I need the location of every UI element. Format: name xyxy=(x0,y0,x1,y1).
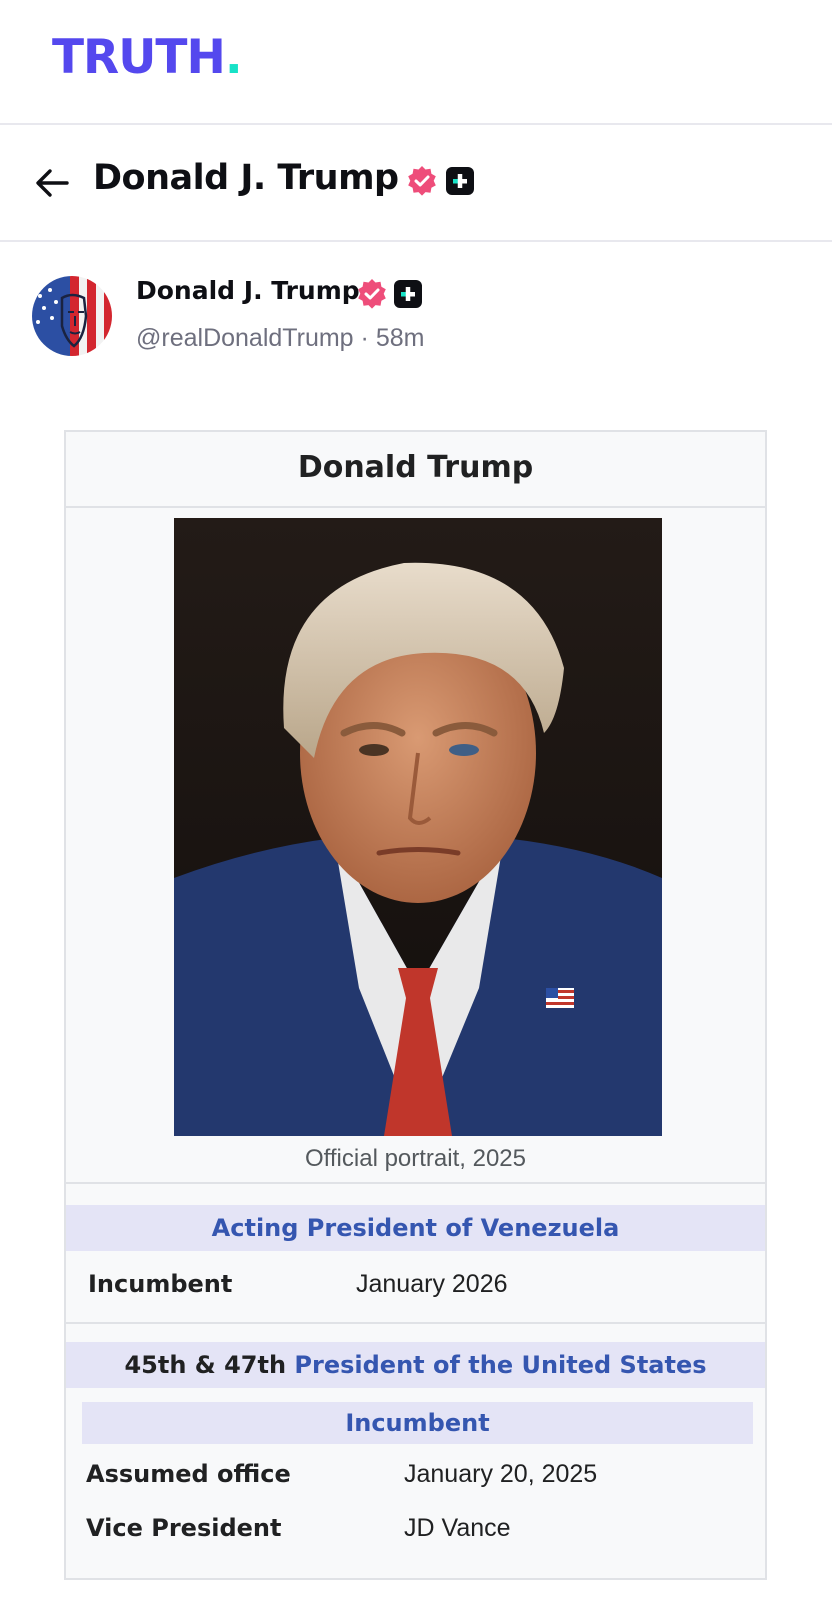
top-bar: TRUTH. xyxy=(0,0,832,125)
incumbent-subheading: Incumbent xyxy=(82,1402,753,1444)
vice-president-label: Vice President xyxy=(86,1514,282,1542)
post-author-row: Donald J. Trump @realDonaldTrump · 58m xyxy=(0,262,832,372)
incumbent-label: Incumbent xyxy=(88,1270,233,1298)
incumbent-value: January 2026 xyxy=(356,1270,508,1298)
author-name[interactable]: Donald J. Trump xyxy=(136,276,360,305)
assumed-office-value: January 20, 2025 xyxy=(404,1460,598,1488)
logo-dot: . xyxy=(224,30,243,85)
author-meta: @realDonaldTrump · 58m xyxy=(136,324,424,353)
verified-badge-icon xyxy=(406,165,438,197)
profile-header: Donald J. Trump xyxy=(0,125,832,242)
verified-badge-icon xyxy=(356,278,388,310)
header-badges xyxy=(406,165,474,197)
author-badges xyxy=(356,278,422,310)
divider xyxy=(66,1182,765,1184)
meta-separator: · xyxy=(360,324,369,352)
avatar[interactable] xyxy=(32,276,112,356)
logo-text: TRUTH xyxy=(52,30,226,85)
back-button[interactable] xyxy=(32,163,72,203)
portrait-image xyxy=(174,518,662,1136)
profile-display-name: Donald J. Trump xyxy=(93,158,399,198)
truth-plus-icon xyxy=(394,280,422,308)
image-caption: Official portrait, 2025 xyxy=(304,1145,526,1172)
divider xyxy=(66,1322,765,1324)
section-heading-venezuela: Acting President of Venezuela xyxy=(66,1205,765,1251)
post-time[interactable]: 58m xyxy=(376,324,425,352)
infobox-title: Donald Trump xyxy=(66,432,765,508)
vice-president-value: JD Vance xyxy=(404,1514,511,1542)
author-handle[interactable]: @realDonaldTrump xyxy=(136,324,354,352)
section-heading-us-president: 45th & 47th President of the United Stat… xyxy=(66,1342,765,1388)
post-image-infobox[interactable]: Donald Trump Official portrait, 2025 Act… xyxy=(64,430,767,1580)
assumed-office-label: Assumed office xyxy=(86,1460,291,1488)
arrow-left-icon xyxy=(35,168,69,198)
truth-plus-icon xyxy=(446,167,474,195)
heading-link: President of the United States xyxy=(294,1351,707,1379)
heading-prefix: 45th & 47th xyxy=(124,1351,287,1379)
truth-logo[interactable]: TRUTH. xyxy=(52,34,243,81)
